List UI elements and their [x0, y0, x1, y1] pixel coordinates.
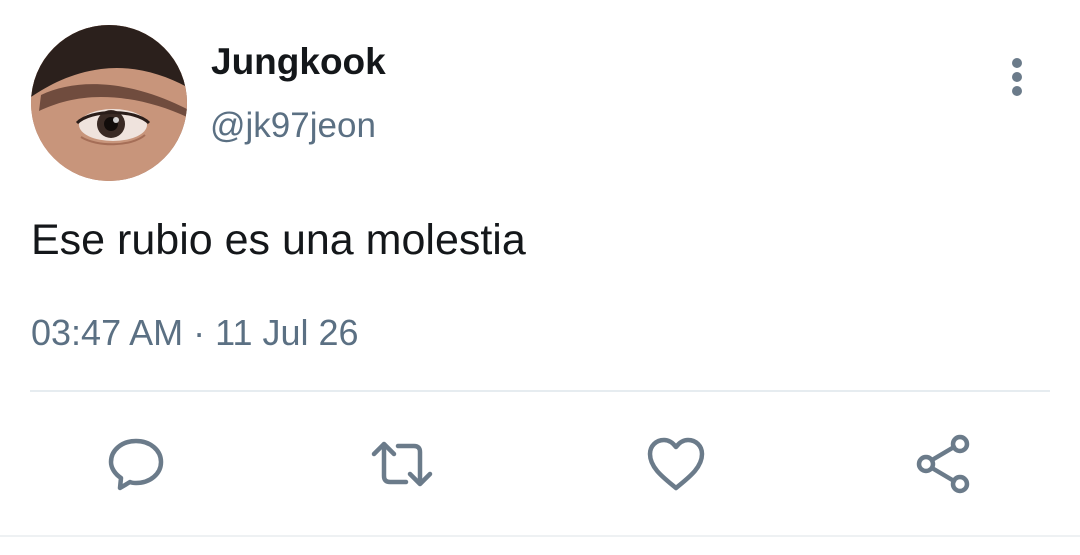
- retweet-button[interactable]: [370, 432, 434, 496]
- tweet-time: 03:47 AM: [31, 312, 184, 353]
- more-dot: [1012, 86, 1022, 96]
- user-handle[interactable]: @jk97jeon: [210, 104, 376, 148]
- share-button[interactable]: [912, 432, 976, 496]
- tweet-date: 11 Jul 26: [215, 312, 359, 353]
- bottom-divider: [0, 535, 1080, 537]
- like-button[interactable]: [644, 432, 708, 496]
- user-name[interactable]: Jungkook: [211, 40, 386, 84]
- timestamp-separator: ·: [193, 312, 206, 353]
- tweet-timestamp: 03:47 AM · 11 Jul 26: [31, 310, 359, 356]
- more-options-icon[interactable]: [1000, 54, 1034, 98]
- like-icon: [647, 437, 705, 491]
- tweet-text: Ese rubio es una molestia: [31, 216, 526, 264]
- more-dot: [1012, 72, 1022, 82]
- tweet-card: Jungkook @jk97jeon Ese rubio es una mole…: [0, 0, 1080, 555]
- more-dot: [1012, 58, 1022, 68]
- retweet-icon: [371, 441, 433, 487]
- reply-button[interactable]: [104, 432, 168, 496]
- reply-icon: [108, 438, 164, 491]
- avatar[interactable]: [31, 25, 187, 181]
- share-icon: [916, 434, 970, 494]
- divider: [30, 390, 1050, 392]
